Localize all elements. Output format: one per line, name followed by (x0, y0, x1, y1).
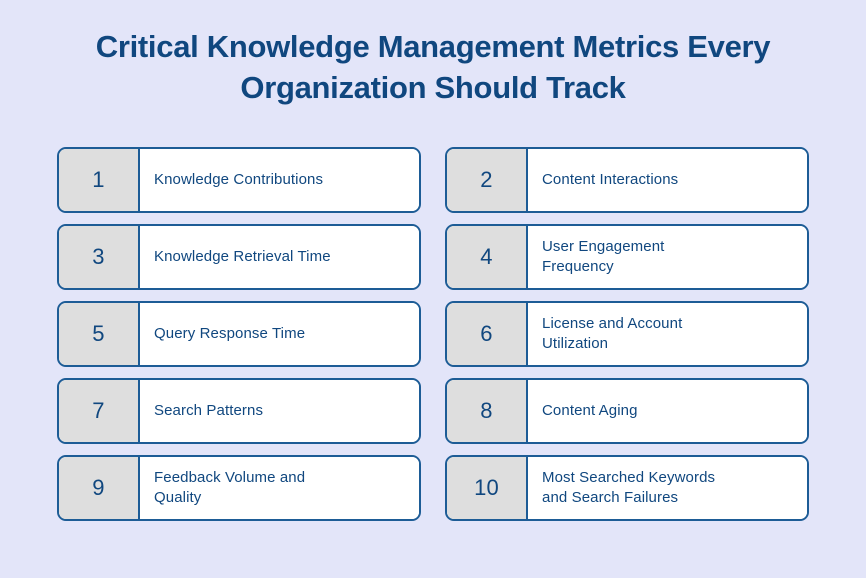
page-title-line-1: Critical Knowledge Management Metrics Ev… (95, 29, 771, 64)
metric-card: 8 Content Aging (445, 378, 809, 444)
metric-card: 1 Knowledge Contributions (57, 147, 421, 213)
metrics-grid: 1 Knowledge Contributions 2 Content Inte… (57, 147, 809, 521)
metric-label: Knowledge Retrieval Time (154, 248, 331, 265)
metric-label: Query Response Time (154, 325, 306, 342)
metric-number-box: 6 (447, 303, 528, 365)
metric-label: User Engagement Frequency (542, 238, 665, 275)
metric-label-area: Query Response Time (140, 303, 419, 365)
metric-number-box: 4 (447, 226, 528, 288)
metric-card: 9 Feedback Volume and Quality (57, 455, 421, 521)
metric-card: 4 User Engagement Frequency (445, 224, 809, 290)
metric-label-area: User Engagement Frequency (528, 226, 807, 288)
metric-number-box: 9 (59, 457, 140, 519)
metric-label: Most Searched Keywords and Search Failur… (542, 469, 716, 506)
metric-label-area: Content Aging (528, 380, 807, 442)
metric-number-box: 7 (59, 380, 140, 442)
metric-number: 1 (92, 167, 105, 192)
metric-label-area: Content Interactions (528, 149, 807, 211)
metric-label-area: Feedback Volume and Quality (140, 457, 419, 519)
metric-number-box: 10 (447, 457, 528, 519)
metric-label-area: Knowledge Contributions (140, 149, 419, 211)
metric-number: 5 (92, 321, 105, 346)
metric-label: Content Interactions (542, 171, 679, 188)
metric-number-box: 3 (59, 226, 140, 288)
metric-label-area: License and Account Utilization (528, 303, 807, 365)
metric-label-area: Knowledge Retrieval Time (140, 226, 419, 288)
metric-number-box: 5 (59, 303, 140, 365)
metric-number: 3 (92, 244, 105, 269)
page-title-line-2: Organization Should Track (240, 70, 626, 105)
metric-number: 2 (480, 167, 493, 192)
page-title: Critical Knowledge Management Metrics Ev… (0, 26, 866, 108)
metric-card: 2 Content Interactions (445, 147, 809, 213)
metric-label: Knowledge Contributions (154, 171, 324, 188)
metric-number: 6 (480, 321, 493, 346)
metric-label-area: Most Searched Keywords and Search Failur… (528, 457, 807, 519)
infographic-poster: Critical Knowledge Management Metrics Ev… (0, 0, 866, 578)
metric-number: 10 (474, 475, 499, 500)
metric-number-box: 8 (447, 380, 528, 442)
metric-number: 7 (92, 398, 105, 423)
metric-number: 8 (480, 398, 493, 423)
metric-label: Search Patterns (154, 402, 264, 419)
metric-card: 3 Knowledge Retrieval Time (57, 224, 421, 290)
metric-label: License and Account Utilization (542, 315, 683, 352)
metric-card: 7 Search Patterns (57, 378, 421, 444)
metric-card: 6 License and Account Utilization (445, 301, 809, 367)
metric-number-box: 1 (59, 149, 140, 211)
metric-card: 5 Query Response Time (57, 301, 421, 367)
metric-number: 4 (480, 244, 493, 269)
metric-number-box: 2 (447, 149, 528, 211)
metric-card: 10 Most Searched Keywords and Search Fai… (445, 455, 809, 521)
metric-number: 9 (92, 475, 105, 500)
metric-label: Feedback Volume and Quality (154, 469, 306, 506)
metric-label-area: Search Patterns (140, 380, 419, 442)
metric-label: Content Aging (542, 402, 638, 419)
